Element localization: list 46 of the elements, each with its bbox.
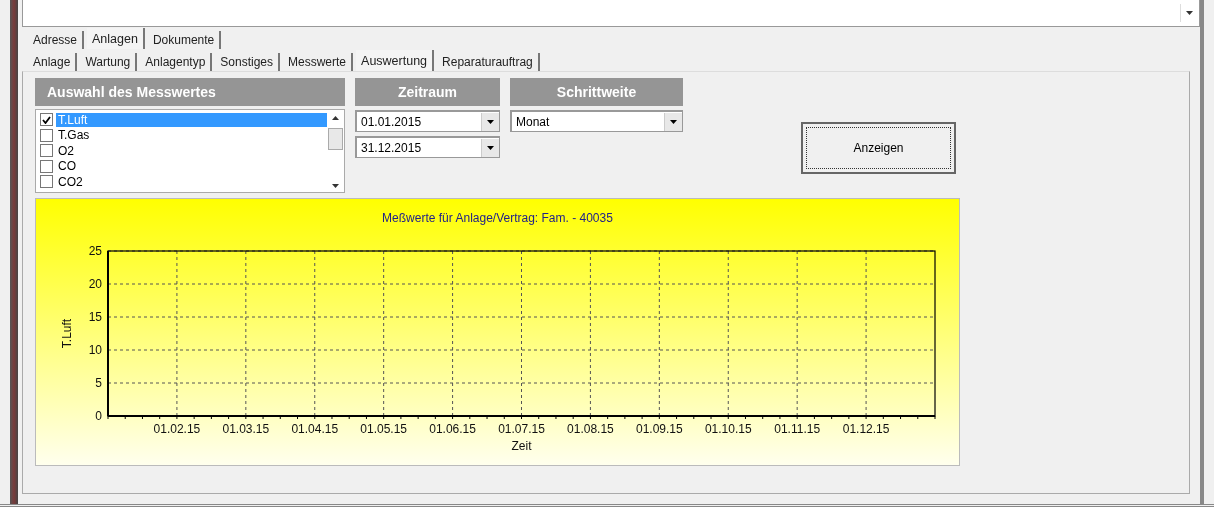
y-tick-label: 5 [95, 376, 102, 390]
checkbox[interactable] [40, 144, 53, 158]
x-axis-title: Zeit [511, 439, 532, 453]
y-tick-label: 25 [88, 244, 102, 258]
checkbox[interactable] [40, 159, 53, 173]
x-tick-label: 01.02.15 [153, 422, 201, 436]
caret-icon [1185, 11, 1193, 15]
x-tick-label: 01.12.15 [842, 422, 890, 436]
step-dropdown[interactable]: Monat [510, 110, 683, 132]
caret-icon [670, 119, 677, 124]
checkbox[interactable] [40, 128, 53, 142]
tab[interactable]: Auswertung [356, 50, 435, 71]
caret-icon [487, 145, 494, 150]
checkbox[interactable] [40, 175, 53, 189]
x-tick-label: 01.09.15 [635, 422, 683, 436]
x-tick-label: 01.05.15 [360, 422, 408, 436]
list-item[interactable]: T.Gas [56, 128, 327, 143]
up-arrow-icon[interactable] [332, 116, 339, 120]
list-item[interactable]: O2 [56, 143, 327, 158]
section-header: Auswahl des Messwertes [35, 78, 345, 106]
show-button[interactable]: Anzeigen [801, 122, 956, 174]
x-tick-label: 01.04.15 [291, 422, 339, 436]
x-tick-label: 01.10.15 [704, 422, 752, 436]
x-tick-label: 01.08.15 [567, 422, 614, 436]
x-tick-label: 01.11.15 [774, 422, 821, 436]
x-tick-label: 01.07.15 [498, 422, 545, 436]
text-field[interactable] [22, 0, 1200, 27]
y-axis-title: T.Luft [60, 318, 74, 349]
date-dropdown[interactable]: 01.01.2015 [355, 110, 500, 132]
tab[interactable]: Anlagen [87, 28, 145, 49]
y-tick-label: 10 [88, 343, 102, 357]
chart-title: Meßwerte für Anlage/Vertrag: Fam. - 40035 [382, 211, 613, 225]
date-dropdown[interactable]: 31.12.2015 [355, 136, 500, 158]
y-tick-label: 0 [95, 409, 102, 423]
list-item[interactable]: CO [56, 159, 327, 174]
x-tick-label: 01.03.15 [222, 422, 270, 436]
checkbox[interactable] [40, 113, 53, 127]
section-header: Zeitraum [355, 78, 500, 106]
scroll-thumb[interactable] [328, 128, 343, 150]
section-header: Schrittweite [510, 78, 683, 106]
down-arrow-icon[interactable] [332, 184, 339, 188]
y-tick-label: 15 [88, 310, 102, 324]
caret-icon [487, 119, 494, 124]
list-item[interactable]: CO2 [56, 174, 327, 189]
y-tick-label: 20 [88, 277, 102, 291]
x-tick-label: 01.06.15 [429, 422, 476, 436]
